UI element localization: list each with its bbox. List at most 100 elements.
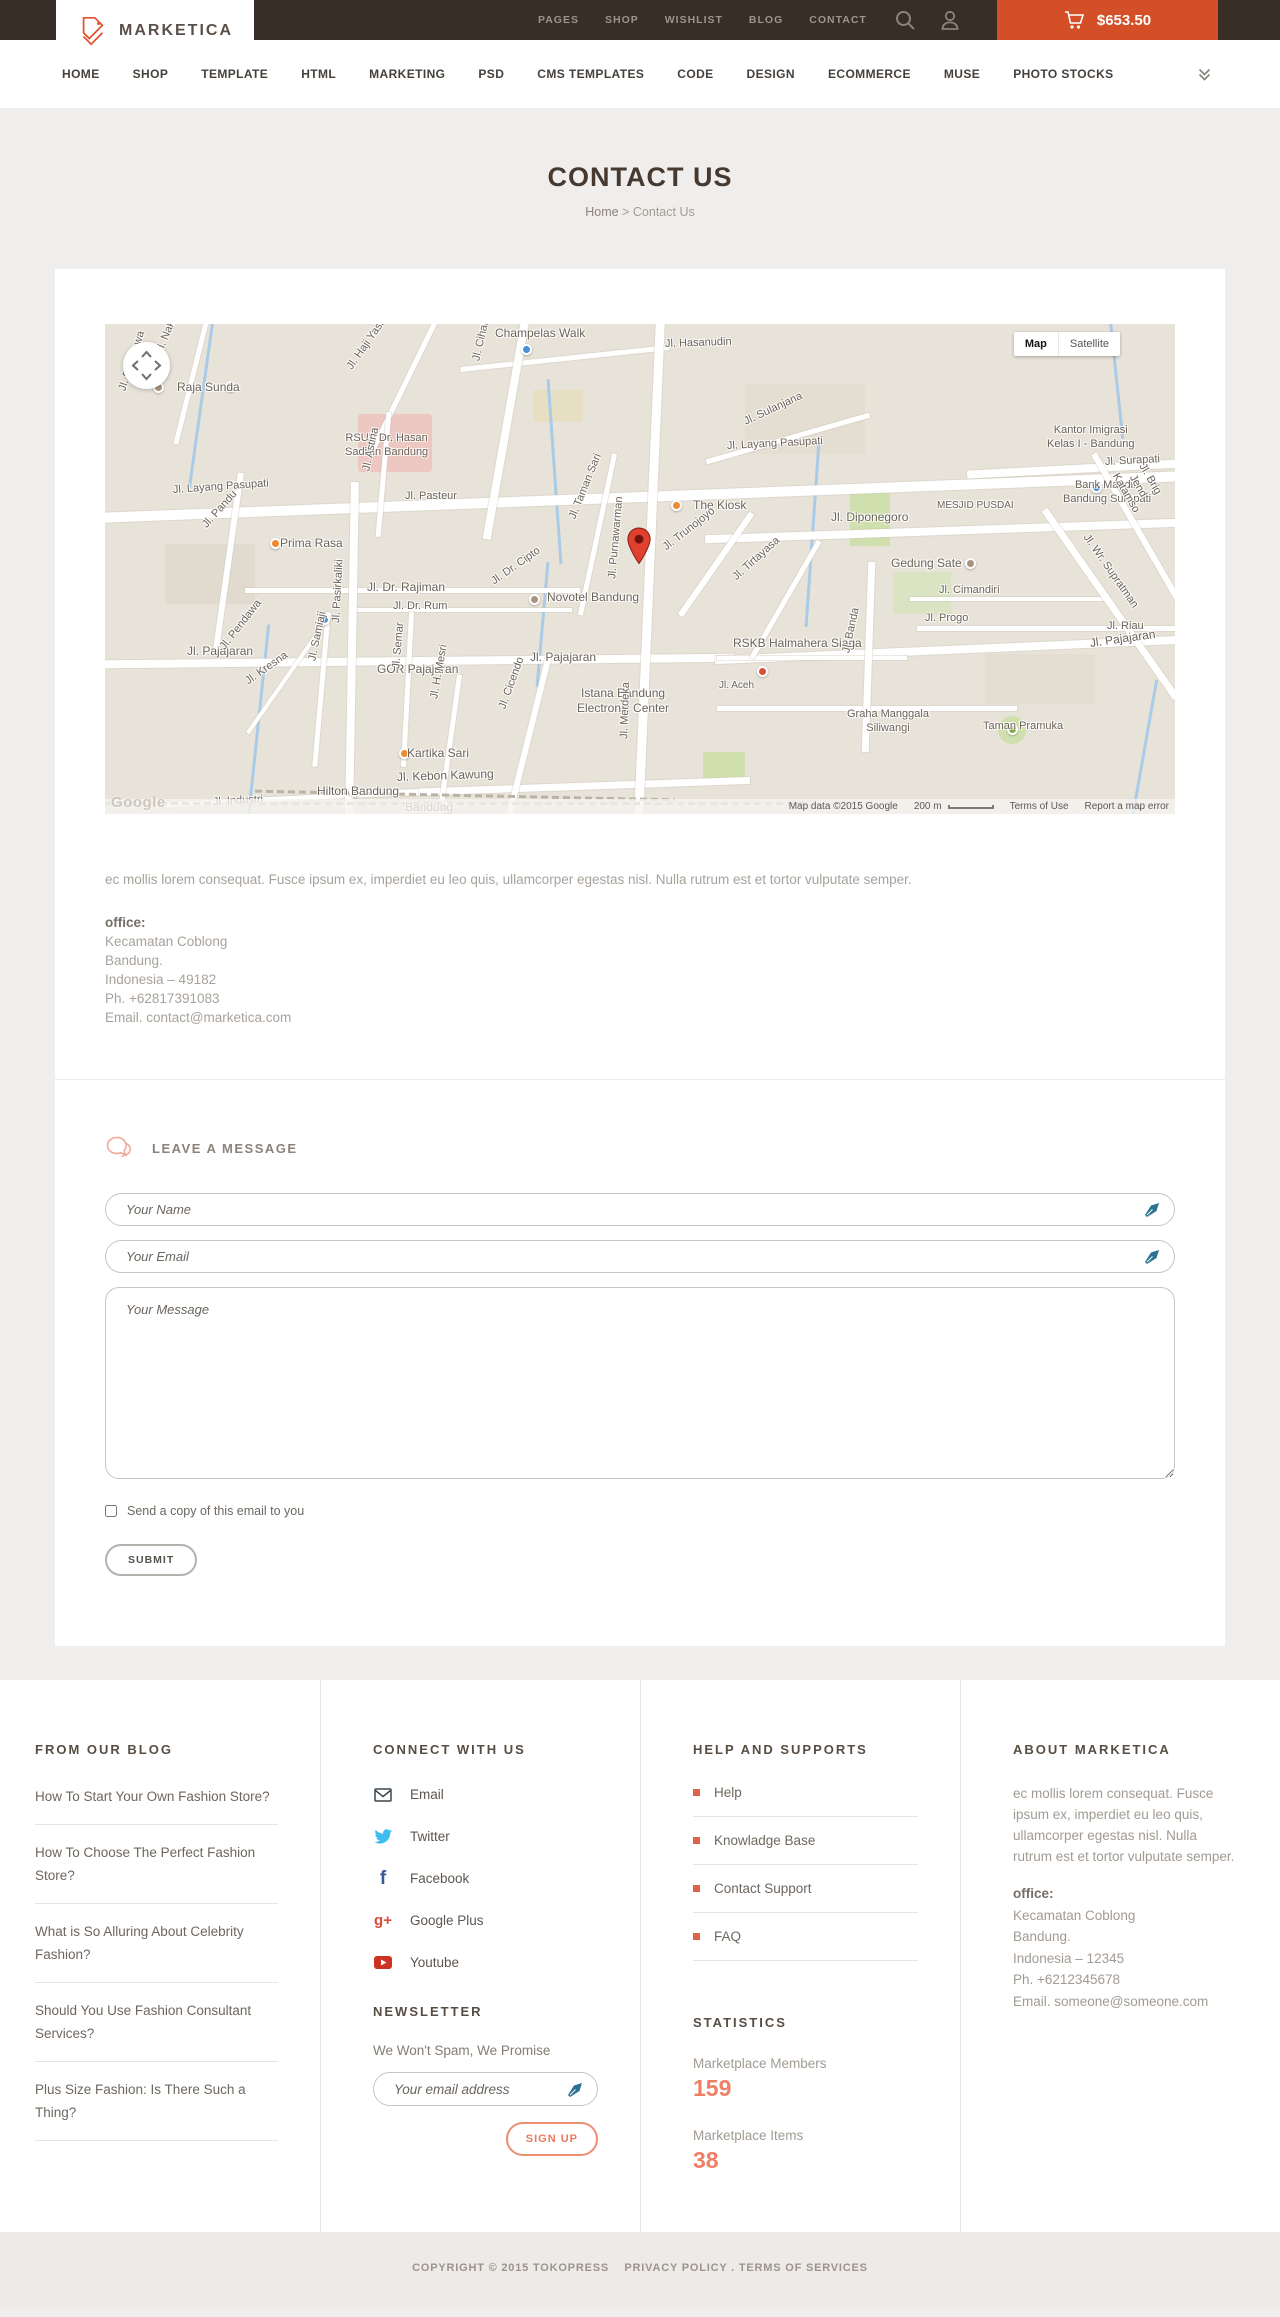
help-link-label: Contact Support: [714, 1881, 812, 1896]
blog-links: How To Start Your Own Fashion Store? How …: [35, 1769, 278, 2141]
category-nav-item[interactable]: HTML: [301, 67, 336, 81]
header-icons: [895, 10, 960, 31]
address-line: Kecamatan Coblong: [105, 934, 228, 949]
map-label: Jl. Cimandiri: [939, 584, 1000, 596]
copyright-separator: .: [731, 2262, 736, 2274]
map-type-map-button[interactable]: Map: [1013, 332, 1058, 356]
help-link[interactable]: Contact Support: [693, 1865, 918, 1913]
blog-link[interactable]: What is So Alluring About Celebrity Fash…: [35, 1904, 278, 1983]
contact-intro-text: ec mollis lorem consequat. Fusce ipsum e…: [105, 872, 912, 887]
blog-link[interactable]: How To Start Your Own Fashion Store?: [35, 1769, 278, 1825]
email-input[interactable]: [105, 1240, 1175, 1273]
header-nav-item[interactable]: BLOG: [749, 14, 783, 26]
account-button[interactable]: [940, 10, 960, 30]
page-header: CONTACT US Home > Contact Us: [0, 108, 1280, 269]
help-link[interactable]: Help: [693, 1769, 918, 1817]
social-label: Google Plus: [410, 1913, 484, 1928]
map-terms-link[interactable]: Terms of Use: [1010, 801, 1069, 812]
blog-link[interactable]: Plus Size Fashion: Is There Such a Thing…: [35, 2062, 278, 2141]
message-field-wrap: [105, 1287, 1175, 1484]
square-bullet-icon: [693, 1885, 700, 1892]
blog-link[interactable]: Should You Use Fashion Consultant Servic…: [35, 1983, 278, 2062]
help-link[interactable]: Knowladge Base: [693, 1817, 918, 1865]
address-line: Kecamatan Coblong: [1013, 1907, 1136, 1923]
about-address-lines: Kecamatan Coblong Bandung. Indonesia – 123…: [1013, 1905, 1238, 2013]
header-nav-item[interactable]: SHOP: [605, 14, 639, 26]
address-line: Bandung.: [105, 953, 163, 968]
map-report-error-link[interactable]: Report a map error: [1085, 801, 1169, 812]
category-nav-item[interactable]: DESIGN: [747, 67, 795, 81]
newsletter-actions: SIGN UP: [373, 2122, 598, 2156]
footer-help-column: HELP AND SUPPORTS Help Knowladge Base Co…: [640, 1680, 960, 2232]
brand-logo[interactable]: MARKETICA: [56, 0, 254, 62]
newsletter-email-input[interactable]: [373, 2072, 598, 2106]
stat-members: Marketplace Members 159: [693, 2056, 918, 2102]
map-copyright: Map data ©2015 Google: [788, 801, 898, 812]
social-link-twitter[interactable]: Twitter: [373, 1829, 598, 1844]
office-address-lines: Kecamatan Coblong Bandung. Indonesia – 491…: [105, 932, 1175, 1027]
copyright-text: COPYRIGHT © 2015 TOKOPRESS: [412, 2262, 609, 2274]
newsletter-tagline: We Won't Spam, We Promise: [373, 2043, 551, 2058]
submit-button[interactable]: SUBMIT: [105, 1544, 198, 1576]
category-nav-item[interactable]: SHOP: [133, 67, 169, 81]
map-label: Jl. Pasirkaliki: [330, 559, 346, 624]
blog-link[interactable]: How To Choose The Perfect Fashion Store?: [35, 1825, 278, 1904]
map[interactable]: Champelas Walk Jl. Hasanudin Jl. Nakula Jl.…: [105, 324, 1175, 814]
twitter-icon: [373, 1829, 393, 1844]
category-nav-item[interactable]: PHOTO STOCKS: [1013, 67, 1113, 81]
name-input[interactable]: [105, 1193, 1175, 1226]
map-type-satellite-button[interactable]: Satellite: [1057, 332, 1120, 356]
header-nav-item[interactable]: PAGES: [538, 14, 579, 26]
category-nav-item[interactable]: CMS TEMPLATES: [537, 67, 644, 81]
address-line: Email. contact@marketica.com: [105, 1010, 292, 1025]
breadcrumb-home-link[interactable]: Home: [585, 205, 618, 219]
form-heading-row: LEAVE A MESSAGE: [105, 1136, 1175, 1161]
map-marker-pin[interactable]: [626, 527, 652, 565]
message-textarea[interactable]: [105, 1287, 1175, 1479]
category-nav-item[interactable]: HOME: [62, 67, 100, 81]
social-link-email[interactable]: Email: [373, 1787, 598, 1802]
category-nav-items: HOME SHOP TEMPLATE HTML MARKETING PSD CMS TEMP…: [62, 67, 1114, 81]
map-label: Novotel Bandung: [547, 590, 640, 604]
search-button[interactable]: [895, 10, 916, 31]
cart-button[interactable]: $653.50: [997, 0, 1218, 40]
help-link[interactable]: FAQ: [693, 1913, 918, 1961]
category-nav-item[interactable]: CODE: [677, 67, 713, 81]
privacy-policy-link[interactable]: PRIVACY POLICY: [624, 2262, 727, 2274]
send-copy-checkbox[interactable]: [105, 1505, 117, 1517]
category-nav-item[interactable]: MARKETING: [369, 67, 445, 81]
map-label: Raja Sunda: [177, 380, 240, 394]
map-label: Jl. Haji Yasin: [344, 324, 391, 372]
header-nav-item[interactable]: CONTACT: [809, 14, 867, 26]
connect-heading: CONNECT WITH US: [373, 1742, 526, 1757]
category-nav-item[interactable]: PSD: [478, 67, 504, 81]
category-nav-item[interactable]: MUSE: [944, 67, 980, 81]
social-link-facebook[interactable]: f Facebook: [373, 1869, 598, 1888]
terms-link[interactable]: TERMS OF SERVICES: [739, 2262, 868, 2274]
header-nav-item[interactable]: WISHLIST: [665, 14, 723, 26]
map-pan-control[interactable]: [123, 342, 170, 389]
user-icon: [941, 10, 959, 30]
address-line: Indonesia – 12345: [1013, 1950, 1125, 1966]
footer-connect-column: CONNECT WITH US Email Twitter f Facebook…: [320, 1680, 640, 2232]
signup-button[interactable]: SIGN UP: [505, 2122, 598, 2156]
map-scale-label: 200 m: [913, 801, 942, 812]
map-label: Kartika Sari: [407, 746, 470, 760]
map-label: Taman Pramuka: [983, 720, 1064, 732]
map-scale-line: [947, 804, 994, 809]
stat-label: Marketplace Items: [693, 2128, 804, 2143]
social-link-google-plus[interactable]: g+ Google Plus: [373, 1913, 598, 1929]
map-scalebar: 200 m: [914, 801, 994, 812]
subnav-more-button[interactable]: [1191, 66, 1218, 83]
category-nav-item[interactable]: ECOMMERCE: [828, 67, 911, 81]
footer-about-column: ABOUT MARKETICA ec mollis lorem consequa…: [960, 1680, 1280, 2232]
map-label: Jl. Trunojoyo: [660, 505, 718, 553]
category-nav-item[interactable]: TEMPLATE: [201, 67, 268, 81]
map-type-toggle: Map Satellite: [1013, 332, 1120, 356]
pen-icon: [568, 2083, 582, 2097]
map-label: Jl. Progo: [925, 612, 969, 624]
social-link-youtube[interactable]: Youtube: [373, 1955, 598, 1970]
map-label: Jl. Dr. Cipto: [489, 544, 543, 588]
about-heading: ABOUT MARKETICA: [1013, 1742, 1171, 1757]
statistics-heading: STATISTICS: [693, 2015, 787, 2030]
